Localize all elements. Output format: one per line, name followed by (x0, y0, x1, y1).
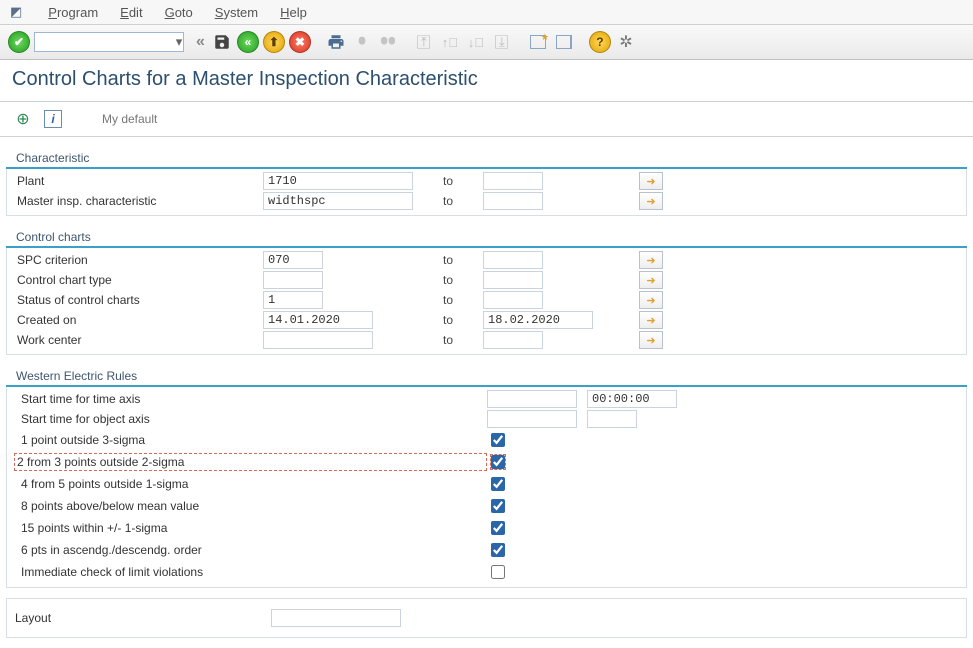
control-charts-body: SPC criterion to ➜ Control chart type to… (6, 248, 967, 355)
type-from-input[interactable] (263, 271, 323, 289)
menu-edit[interactable]: Edit (120, 5, 142, 20)
rule1-label: 1 point outside 3-sigma (17, 433, 487, 447)
rule3-checkbox[interactable] (491, 477, 505, 491)
menu-goto[interactable]: Goto (165, 5, 193, 20)
start-time-label: Start time for time axis (17, 392, 487, 406)
spc-label: SPC criterion (13, 253, 263, 267)
start-time-date-input[interactable] (487, 390, 577, 408)
mic-to-input[interactable] (483, 192, 543, 210)
created-to-input[interactable] (483, 311, 593, 329)
start-time-time-input[interactable] (587, 390, 677, 408)
spc-multi-button[interactable]: ➜ (639, 251, 663, 269)
command-field[interactable] (34, 32, 184, 52)
prev-page-button[interactable]: ↑⃞ (439, 31, 461, 53)
to-label: to (413, 253, 483, 267)
workcenter-label: Work center (13, 333, 263, 347)
save-button[interactable] (211, 31, 233, 53)
start-object-to-input[interactable] (587, 410, 637, 428)
created-label: Created on (13, 313, 263, 327)
western-body: Start time for time axis Start time for … (6, 387, 967, 588)
rule5-label: 15 points within +/- 1-sigma (17, 521, 487, 535)
rule1-checkbox[interactable] (491, 433, 505, 447)
rule4-checkbox[interactable] (491, 499, 505, 513)
customize-button[interactable]: ✲ (615, 31, 637, 53)
type-label: Control chart type (13, 273, 263, 287)
rule2-label: 2 from 3 points outside 2-sigma (14, 453, 487, 471)
workcenter-from-input[interactable] (263, 331, 373, 349)
find-button[interactable] (351, 31, 373, 53)
rule6-label: 6 pts in ascendg./descendg. order (17, 543, 487, 557)
created-from-input[interactable] (263, 311, 373, 329)
section-western: Western Electric Rules (6, 363, 967, 387)
start-object-label: Start time for object axis (17, 412, 487, 426)
type-multi-button[interactable]: ➜ (639, 271, 663, 289)
toolbar-collapse-icon[interactable]: « (194, 33, 207, 51)
type-to-input[interactable] (483, 271, 543, 289)
plant-to-input[interactable] (483, 172, 543, 190)
menu-system[interactable]: System (215, 5, 258, 20)
created-multi-button[interactable]: ➜ (639, 311, 663, 329)
first-page-button[interactable]: ⤒⃞ (413, 31, 435, 53)
to-label: to (413, 293, 483, 307)
page-title: Control Charts for a Master Inspection C… (0, 60, 973, 102)
status-label: Status of control charts (13, 293, 263, 307)
workcenter-multi-button[interactable]: ➜ (639, 331, 663, 349)
enter-button[interactable]: ✔ (8, 31, 30, 53)
command-dropdown-icon[interactable]: ▾ (168, 31, 190, 53)
find-next-button[interactable] (377, 31, 399, 53)
my-default-label[interactable]: My default (102, 112, 157, 126)
status-from-input[interactable] (263, 291, 323, 309)
last-page-button[interactable]: ⤓⃞ (491, 31, 513, 53)
workcenter-to-input[interactable] (483, 331, 543, 349)
rule6-checkbox[interactable] (491, 543, 505, 557)
status-multi-button[interactable]: ➜ (639, 291, 663, 309)
menu-program[interactable]: Program (48, 5, 98, 20)
rule7-label: Immediate check of limit violations (17, 565, 487, 579)
execute-button[interactable]: ⊕ (12, 108, 34, 130)
rule2-checkbox[interactable] (491, 455, 505, 469)
section-control-charts: Control charts (6, 224, 967, 248)
generate-shortcut-button[interactable] (553, 31, 575, 53)
back-button[interactable]: « (237, 31, 259, 53)
status-to-input[interactable] (483, 291, 543, 309)
info-button[interactable]: i (44, 110, 62, 128)
rule7-checkbox[interactable] (491, 565, 505, 579)
sub-toolbar: ⊕ i My default (0, 102, 973, 137)
section-characteristic: Characteristic (6, 145, 967, 169)
characteristic-body: Plant to ➜ Master insp. characteristic t… (6, 169, 967, 216)
rule5-checkbox[interactable] (491, 521, 505, 535)
layout-input[interactable] (271, 609, 401, 627)
cancel-button[interactable]: ✖ (289, 31, 311, 53)
mic-from-input[interactable] (263, 192, 413, 210)
rule3-label: 4 from 5 points outside 1-sigma (17, 477, 487, 491)
rule4-label: 8 points above/below mean value (17, 499, 487, 513)
to-label: to (413, 273, 483, 287)
help-button[interactable]: ? (589, 31, 611, 53)
menu-bar: ◩ Program Edit Goto System Help (0, 0, 973, 25)
exit-button[interactable]: ⬆ (263, 31, 285, 53)
menu-help[interactable]: Help (280, 5, 307, 20)
plant-from-input[interactable] (263, 172, 413, 190)
to-label: to (413, 313, 483, 327)
to-label: to (413, 174, 483, 188)
plant-label: Plant (13, 174, 263, 188)
layout-label: Layout (15, 611, 51, 625)
next-page-button[interactable]: ↓⃞ (465, 31, 487, 53)
spc-from-input[interactable] (263, 251, 323, 269)
layout-section: Layout (6, 598, 967, 638)
new-session-button[interactable]: ★ (527, 31, 549, 53)
spc-to-input[interactable] (483, 251, 543, 269)
window-icon: ◩ (10, 4, 22, 20)
to-label: to (413, 194, 483, 208)
print-button[interactable] (325, 31, 347, 53)
mic-label: Master insp. characteristic (13, 194, 263, 208)
start-object-from-input[interactable] (487, 410, 577, 428)
plant-multi-button[interactable]: ➜ (639, 172, 663, 190)
application-toolbar: ✔ ▾ « « ⬆ ✖ ⤒⃞ ↑⃞ ↓⃞ ⤓⃞ ★ ? ✲ (0, 25, 973, 60)
mic-multi-button[interactable]: ➜ (639, 192, 663, 210)
to-label: to (413, 333, 483, 347)
